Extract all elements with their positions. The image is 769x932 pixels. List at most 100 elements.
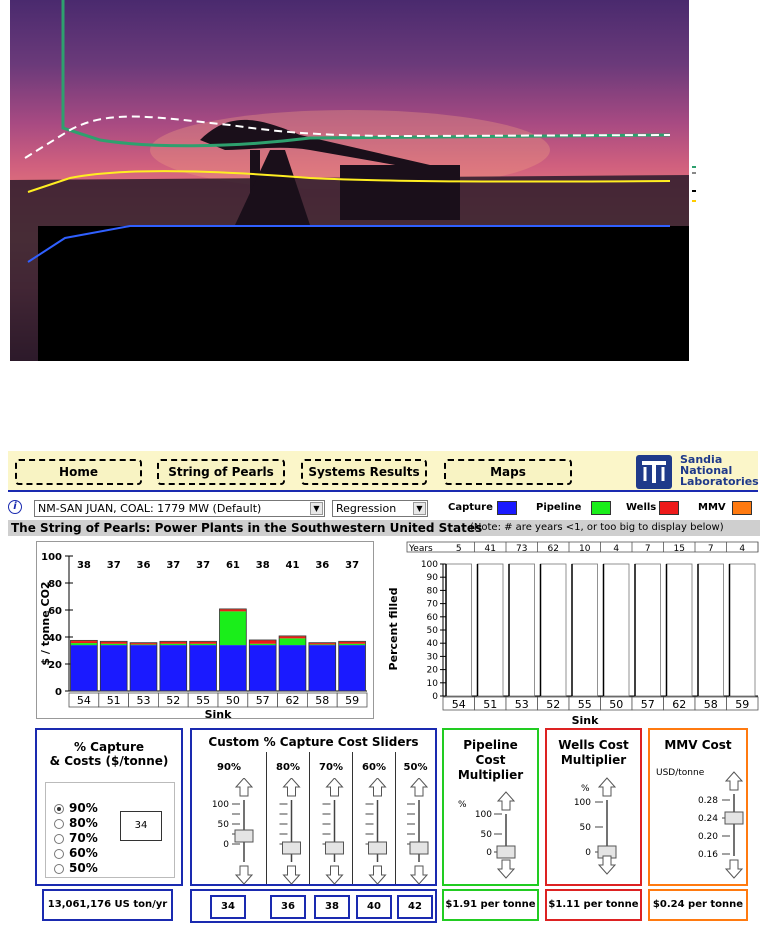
capture-option[interactable]: 80% bbox=[54, 816, 98, 831]
cost-chart-panel: 0 20 40 60 80 100 38 54 37 51 36 53 37 52 37 55 61 50 38 57… bbox=[36, 541, 374, 721]
wells-title: Wells Cost Multiplier bbox=[558, 738, 629, 767]
arrow-up-icon bbox=[496, 791, 516, 811]
radio-button[interactable] bbox=[54, 863, 64, 874]
mmv-slider[interactable]: 0.28 0.24 0.20 0.16 bbox=[650, 770, 746, 880]
slider-column-90pct: 90% 100 50 0 bbox=[192, 752, 266, 886]
radio-button[interactable] bbox=[54, 833, 64, 844]
x-tick-label: 55 bbox=[578, 698, 592, 711]
slider-column-label: 90% bbox=[217, 762, 241, 773]
chevron-down-icon[interactable]: ▼ bbox=[310, 502, 323, 515]
legend-label-wells: Wells bbox=[626, 502, 657, 513]
y-tick-label: 10 bbox=[427, 679, 439, 689]
slider-tick-label: 0.24 bbox=[698, 814, 718, 824]
capture-option[interactable]: 60% bbox=[54, 846, 98, 861]
nav-maps-button[interactable]: Maps bbox=[444, 459, 572, 485]
fill-bar bbox=[729, 563, 756, 697]
arrow-down-icon bbox=[282, 865, 301, 885]
arrow-up-icon bbox=[724, 771, 744, 791]
capture-option-label: 80% bbox=[69, 816, 98, 830]
fill-bar bbox=[508, 563, 535, 697]
capture-option[interactable]: 70% bbox=[54, 831, 98, 846]
total-label: 38 bbox=[256, 560, 270, 571]
custom-cost-value: 36 bbox=[270, 895, 306, 919]
capture-cost-slider[interactable] bbox=[353, 778, 396, 886]
y-tick-label: 0 bbox=[432, 692, 438, 702]
slider-column-label: 80% bbox=[276, 762, 300, 773]
capture-tonnage: 13,061,176 US ton/yr bbox=[42, 889, 173, 921]
pipeline-slider[interactable]: 100 50 0 bbox=[452, 790, 522, 880]
capture-value-box: 34 bbox=[120, 811, 162, 841]
slider-tick-label: 50 bbox=[580, 823, 592, 833]
bar-segment-wells bbox=[219, 609, 247, 612]
x-tick-label: 53 bbox=[137, 694, 151, 707]
cost-chart: 0204060801003854375136533752375561503857… bbox=[39, 552, 368, 721]
bar-segment-capture bbox=[70, 645, 98, 691]
x-tick-label: 54 bbox=[452, 698, 466, 711]
total-label: 38 bbox=[77, 560, 91, 571]
info-icon[interactable]: i bbox=[8, 500, 22, 514]
y-tick-label: 70 bbox=[427, 600, 439, 610]
bar-segment-capture bbox=[249, 645, 277, 691]
mmv-cost: $0.24 per tonne bbox=[648, 889, 748, 921]
x-tick-label: 54 bbox=[77, 694, 91, 707]
method-select[interactable]: Regression ▼ bbox=[332, 500, 428, 517]
pipeline-title: Pipeline Cost Multiplier bbox=[457, 738, 524, 782]
slider-column-label: 50% bbox=[403, 762, 428, 773]
years-value: 73 bbox=[516, 544, 527, 554]
bar-segment-wells bbox=[338, 641, 366, 644]
capture-option-label: 70% bbox=[69, 831, 98, 845]
radio-button[interactable] bbox=[54, 818, 64, 829]
custom-cost-value: 38 bbox=[314, 895, 350, 919]
legend-label-mmv: MMV bbox=[698, 502, 726, 513]
x-tick-label: 50 bbox=[226, 694, 240, 707]
capture-option[interactable]: 50% bbox=[54, 861, 98, 876]
x-tick-label: 52 bbox=[546, 698, 560, 711]
fill-chart-panel: Years 0 10 20 30 40 50 60 70 80 90 100 5 54 41 51 73 53 62… bbox=[385, 541, 759, 727]
y-tick-label: 90 bbox=[427, 573, 439, 583]
bar-segment-wells bbox=[249, 640, 277, 644]
nav-home-button[interactable]: Home bbox=[15, 459, 142, 485]
x-tick-label: 51 bbox=[107, 694, 121, 707]
capture-cost-slider[interactable] bbox=[310, 778, 353, 886]
arrow-down-icon bbox=[597, 855, 617, 875]
arrow-down-icon bbox=[496, 859, 516, 879]
bar-segment-pipeline bbox=[189, 643, 217, 646]
arrow-up-icon bbox=[282, 778, 301, 797]
radio-button[interactable] bbox=[54, 848, 64, 859]
fill-bar bbox=[634, 563, 661, 697]
site-select[interactable]: NM-SAN JUAN, COAL: 1779 MW (Default) ▼ bbox=[34, 500, 325, 517]
chevron-down-icon[interactable]: ▼ bbox=[413, 502, 426, 515]
capture-cost-slider[interactable] bbox=[267, 778, 310, 886]
legend-swatch-pipeline bbox=[591, 501, 611, 515]
total-label: 37 bbox=[166, 560, 180, 571]
bar-segment-capture bbox=[279, 645, 306, 691]
arrow-up-icon bbox=[325, 778, 344, 797]
capture-option-label: 90% bbox=[69, 801, 98, 815]
legend-swatch-capture bbox=[497, 501, 517, 515]
page-title: The String of Pearls: Power Plants in th… bbox=[11, 521, 483, 535]
years-value: 5 bbox=[456, 544, 462, 554]
mmv-title: MMV Cost bbox=[664, 738, 732, 752]
y-tick-label: 40 bbox=[427, 639, 439, 649]
capture-option[interactable]: 90% bbox=[54, 801, 98, 816]
fill-bar bbox=[445, 563, 472, 697]
wells-slider[interactable]: 100 50 0 bbox=[555, 776, 635, 876]
slider-thumb bbox=[282, 841, 301, 855]
bar-segment-capture bbox=[308, 645, 336, 691]
legend-swatch-mmv bbox=[732, 501, 752, 515]
radio-button[interactable] bbox=[54, 803, 64, 814]
slider-column-60pct: 60% bbox=[352, 752, 396, 886]
y-tick-label: 0 bbox=[55, 687, 62, 698]
bar-segment-pipeline bbox=[308, 644, 336, 646]
x-tick-label: 53 bbox=[515, 698, 529, 711]
arrow-down-icon bbox=[368, 865, 387, 885]
capture-cost-slider[interactable]: 100 50 0 bbox=[192, 778, 266, 886]
x-tick-label: 51 bbox=[483, 698, 497, 711]
y-tick-label: 100 bbox=[421, 560, 438, 570]
title-bar: The String of Pearls: Power Plants in th… bbox=[8, 520, 760, 536]
nav-string-of-pearls-button[interactable]: String of Pearls bbox=[157, 459, 285, 485]
nav-systems-results-button[interactable]: Systems Results bbox=[301, 459, 427, 485]
y-axis-label: Percent filled bbox=[387, 588, 400, 671]
capture-cost-slider[interactable] bbox=[396, 778, 436, 886]
years-value: 7 bbox=[645, 544, 651, 554]
